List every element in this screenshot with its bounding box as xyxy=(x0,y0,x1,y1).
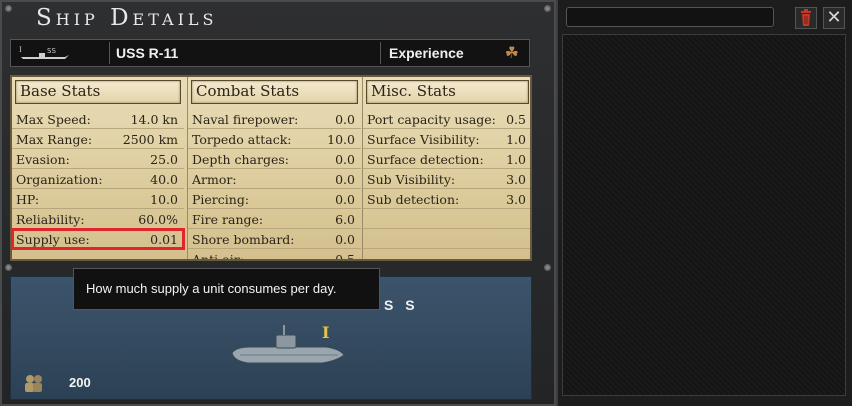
stat-label: Fire range: xyxy=(192,212,264,227)
window-title: Ship Details xyxy=(36,5,218,31)
base-stats-column: Base Stats Max Speed: 14.0 kn Max Range: 2… xyxy=(12,77,185,259)
stat-label: Depth charges: xyxy=(192,152,289,167)
stat-row[interactable]: Armor: 0.0 xyxy=(188,169,361,189)
rivet xyxy=(5,264,12,271)
stat-row[interactable]: Max Speed: 14.0 kn xyxy=(12,109,184,129)
stat-value: 1.0 xyxy=(506,152,526,167)
stat-row[interactable]: Depth charges: 0.0 xyxy=(188,149,361,169)
stat-value: 25.0 xyxy=(150,152,178,167)
stat-label: HP: xyxy=(16,192,40,207)
ship-details-window: Ship Details I SS USS R-11 Experience ☘ … xyxy=(0,0,556,406)
experience-label: Experience xyxy=(389,45,464,61)
stat-row[interactable]: Torpedo attack: 10.0 xyxy=(188,129,361,149)
ship-name-field[interactable]: USS R-11 xyxy=(109,42,381,64)
experience-box[interactable]: Experience ☘ xyxy=(383,41,527,65)
column-heading: Base Stats xyxy=(15,80,181,104)
svg-text:I: I xyxy=(19,46,22,54)
column-heading: Misc. Stats xyxy=(366,80,529,104)
stat-value: 0.0 xyxy=(335,152,355,167)
stat-label: Shore bombard: xyxy=(192,232,295,247)
ship-name: USS R-11 xyxy=(116,45,179,61)
stat-row[interactable]: Organization: 40.0 xyxy=(12,169,184,189)
stat-value: 0.0 xyxy=(335,232,355,247)
stat-row[interactable]: Sub detection: 3.0 xyxy=(363,189,530,209)
stats-panel: Base Stats Max Speed: 14.0 kn Max Range: 2… xyxy=(10,75,532,261)
stat-label: Max Range: xyxy=(16,132,93,147)
stat-value: 0.01 xyxy=(150,232,178,247)
tooltip-text: How much supply a unit consumes per day. xyxy=(86,281,337,296)
stat-row[interactable]: Piercing: 0.0 xyxy=(188,189,361,209)
stat-value: 3.0 xyxy=(506,172,526,187)
combat-stats-column: Combat Stats Naval firepower: 0.0 Torpedo… xyxy=(187,77,361,259)
ship-header: I SS USS R-11 Experience ☘ xyxy=(10,39,530,67)
stat-label: Naval firepower: xyxy=(192,112,299,127)
submarine-illustration xyxy=(231,325,345,364)
stat-value: 14.0 kn xyxy=(130,112,178,127)
stat-label: Piercing: xyxy=(192,192,250,207)
stat-value: 0.0 xyxy=(335,172,355,187)
rivet xyxy=(544,264,551,271)
rivet xyxy=(544,5,551,12)
stat-value: 60.0% xyxy=(138,212,178,227)
trash-button[interactable] xyxy=(795,7,817,29)
ship-list-area[interactable] xyxy=(562,34,846,396)
stat-value: 10.0 xyxy=(327,132,355,147)
stat-label: Surface Visibility: xyxy=(367,132,480,147)
ship-list-search-input[interactable] xyxy=(566,7,774,27)
stat-label: Max Speed: xyxy=(16,112,91,127)
stat-row[interactable]: HP: 10.0 xyxy=(12,189,184,209)
stat-value: 6.0 xyxy=(335,212,355,227)
stat-row[interactable]: Sub Visibility: 3.0 xyxy=(363,169,530,189)
submarine-silhouette-icon: I SS xyxy=(17,44,77,62)
stat-value: 0.5 xyxy=(335,252,355,261)
ship-class-text: S S xyxy=(384,297,419,313)
stat-row[interactable]: Max Range: 2500 km xyxy=(12,129,184,149)
stat-row[interactable]: Port capacity usage: 0.5 xyxy=(363,109,530,129)
stat-value: 40.0 xyxy=(150,172,178,187)
stat-value: 0.0 xyxy=(335,112,355,127)
stat-row[interactable]: Surface Visibility: 1.0 xyxy=(363,129,530,149)
crew-count: 200 xyxy=(69,375,91,390)
stat-label: Armor: xyxy=(192,172,237,187)
column-heading: Combat Stats xyxy=(191,80,358,104)
stat-row[interactable]: Fire range: 6.0 xyxy=(188,209,361,229)
stat-value: 0.5 xyxy=(506,112,526,127)
stat-row-empty xyxy=(363,229,530,249)
stat-row[interactable]: Surface detection: 1.0 xyxy=(363,149,530,169)
stat-label: Port capacity usage: xyxy=(367,112,496,127)
stat-row[interactable]: Anti-air: 0.5 xyxy=(188,249,361,261)
close-button[interactable]: ✕ xyxy=(823,7,845,29)
stat-row[interactable]: Naval firepower: 0.0 xyxy=(188,109,361,129)
misc-stats-column: Misc. Stats Port capacity usage: 0.5 Surf… xyxy=(362,77,530,259)
stat-label: Torpedo attack: xyxy=(192,132,292,147)
tooltip: How much supply a unit consumes per day. xyxy=(73,268,380,310)
crew-icon xyxy=(25,375,42,392)
stat-label: Evasion: xyxy=(16,152,70,167)
stat-label: Sub Visibility: xyxy=(367,172,456,187)
stat-label: Sub detection: xyxy=(367,192,460,207)
stat-value: 10.0 xyxy=(150,192,178,207)
stat-row-supply-use[interactable]: Supply use: 0.01 xyxy=(12,228,185,250)
stat-label: Reliability: xyxy=(16,212,85,227)
close-icon: ✕ xyxy=(826,7,842,28)
stat-row[interactable]: Reliability: 60.0% xyxy=(12,209,184,229)
stat-value: 3.0 xyxy=(506,192,526,207)
stat-value: 0.0 xyxy=(335,192,355,207)
stat-label: Surface detection: xyxy=(367,152,484,167)
stat-row[interactable]: Shore bombard: 0.0 xyxy=(188,229,361,249)
clover-icon: ☘ xyxy=(504,43,519,62)
stat-row[interactable]: Evasion: 25.0 xyxy=(12,149,184,169)
stat-label: Supply use: xyxy=(16,232,90,247)
stat-value: 2500 km xyxy=(122,132,178,147)
stat-row-empty xyxy=(363,209,530,229)
stat-label: Anti-air: xyxy=(192,252,244,261)
trash-icon xyxy=(801,9,811,26)
svg-text:SS: SS xyxy=(47,47,56,55)
stat-value: 1.0 xyxy=(506,132,526,147)
stat-label: Organization: xyxy=(16,172,103,187)
ship-list-panel: ✕ xyxy=(556,0,852,406)
rivet xyxy=(5,5,12,12)
